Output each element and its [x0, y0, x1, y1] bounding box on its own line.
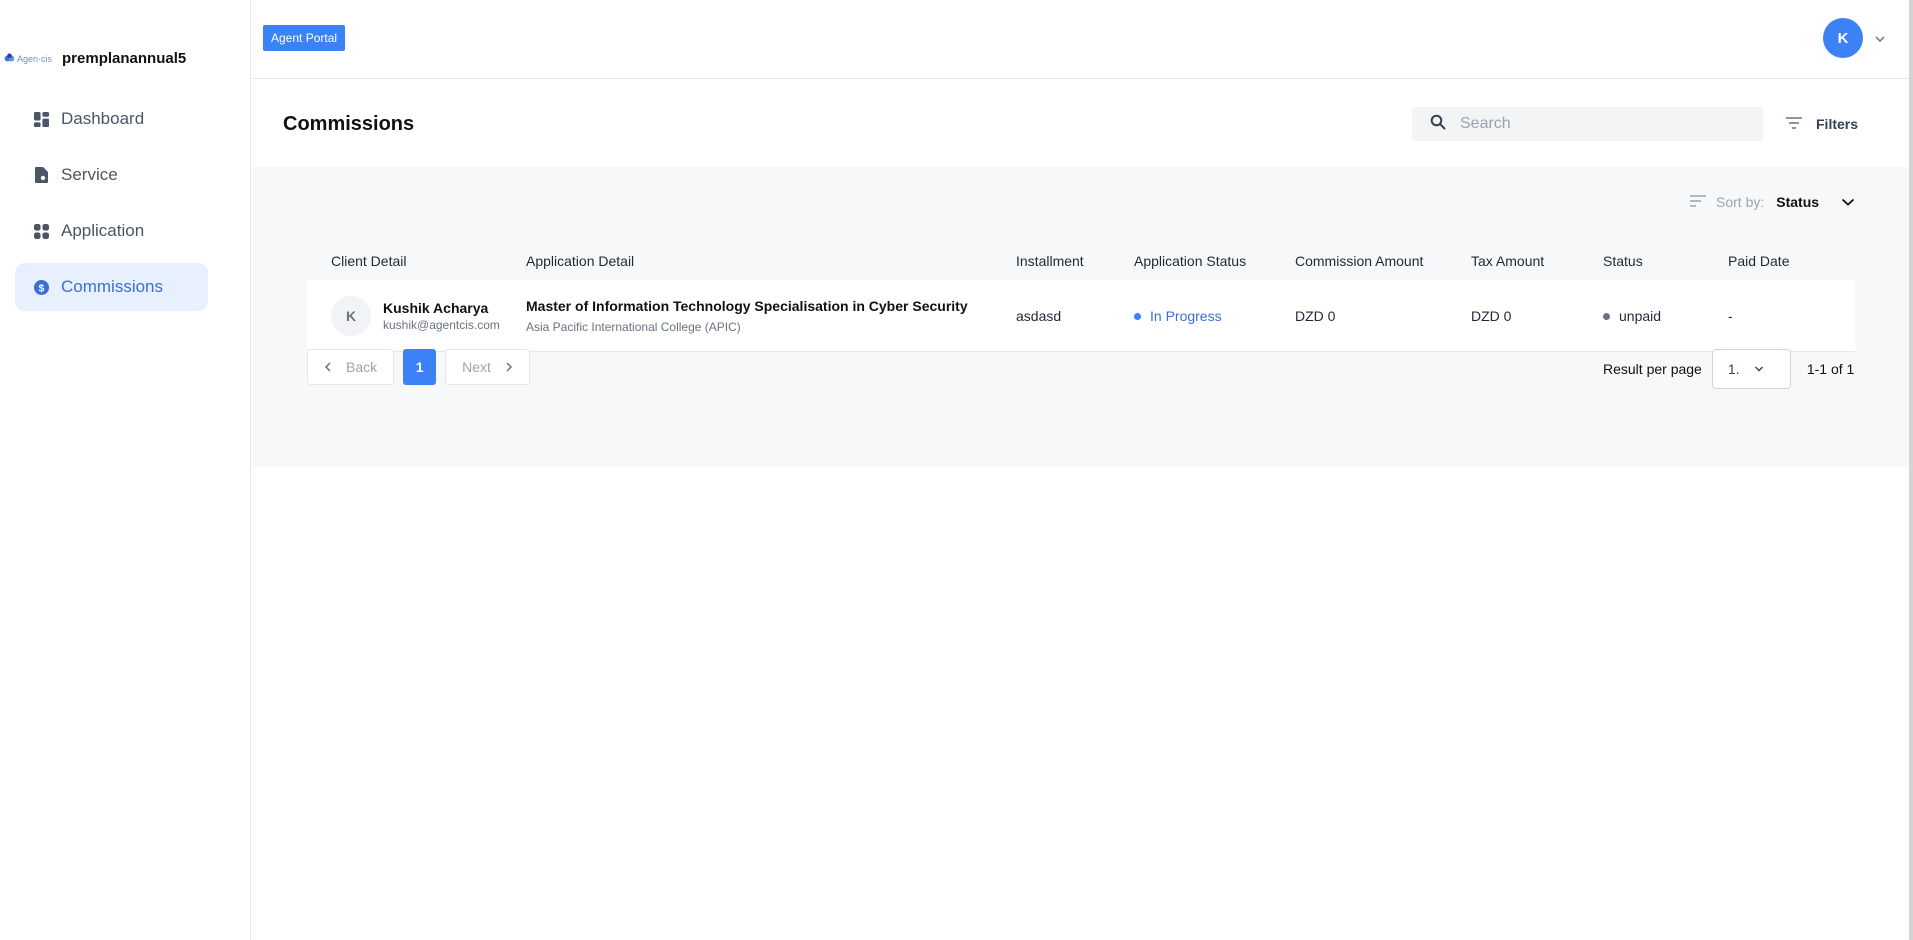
result-per-page-label: Result per page: [1603, 361, 1702, 377]
back-label: Back: [346, 359, 378, 375]
brand[interactable]: Agen·cis premplanannual5: [4, 50, 186, 67]
document-icon: [33, 167, 49, 183]
dashboard-icon: [33, 111, 49, 127]
brand-name: premplanannual5: [62, 50, 187, 67]
sidebar-item-dashboard[interactable]: Dashboard: [15, 95, 208, 143]
client-name[interactable]: Kushik Acharya: [383, 300, 500, 316]
top-header: Agent Portal K: [252, 0, 1913, 79]
application-name[interactable]: Master of Information Technology Special…: [526, 298, 1016, 314]
search-icon: [1430, 114, 1446, 135]
page-title: Commissions: [283, 113, 415, 135]
application-detail-cell: Master of Information Technology Special…: [526, 298, 1016, 334]
column-header[interactable]: Paid Date: [1728, 253, 1855, 269]
filters-label: Filters: [1816, 116, 1859, 132]
dollar-icon: $: [33, 279, 49, 295]
search-input[interactable]: [1460, 115, 1740, 133]
page-titlebar: Commissions Filters: [252, 80, 1913, 167]
commission-amount-cell: DZD 0: [1295, 307, 1336, 324]
avatar: K: [331, 295, 371, 336]
brand-logo: Agen·cis: [4, 53, 52, 64]
sidebar-item-label: Commissions: [61, 277, 164, 296]
sort-label: Sort by:: [1716, 194, 1765, 210]
column-header[interactable]: Tax Amount: [1471, 253, 1603, 269]
sidebar-item-application[interactable]: Application: [15, 207, 208, 255]
status-cell: unpaid: [1603, 308, 1728, 324]
commissions-content: Sort by: Status Client Detail Applicatio…: [252, 167, 1909, 467]
chevron-down-icon: [1754, 366, 1763, 372]
column-header[interactable]: Application Status: [1134, 253, 1295, 269]
application-college: Asia Pacific International College (APIC…: [526, 319, 741, 334]
filter-icon: [1786, 116, 1802, 132]
client-email: kushik@agentcis.com: [383, 317, 500, 332]
page-number-button[interactable]: 1: [403, 349, 437, 385]
per-page-value: 1.: [1727, 361, 1740, 377]
back-button[interactable]: Back: [307, 349, 395, 385]
next-label: Next: [462, 359, 491, 375]
brand-logo-text: Agen·cis: [17, 53, 53, 64]
per-page-select[interactable]: 1.: [1711, 349, 1791, 389]
column-header[interactable]: Client Detail: [307, 253, 526, 269]
search-box[interactable]: [1412, 107, 1763, 141]
next-button[interactable]: Next: [445, 349, 530, 385]
column-header[interactable]: Commission Amount: [1295, 253, 1471, 269]
sort-by-control[interactable]: Sort by: Status: [1690, 194, 1855, 210]
status-label: unpaid: [1619, 307, 1662, 324]
column-header[interactable]: Status: [1603, 253, 1728, 269]
paid-date-cell: -: [1728, 307, 1733, 324]
sidebar: Agen·cis premplanannual5 Dashboard Servi…: [0, 0, 251, 940]
sort-value: Status: [1776, 194, 1820, 210]
chevron-left-icon: [324, 362, 331, 372]
sidebar-nav: Dashboard Service Application $ Commissi…: [15, 95, 208, 319]
status-dot-icon: [1134, 313, 1141, 321]
commissions-table: Client Detail Application Detail Install…: [307, 242, 1855, 352]
tax-amount-cell: DZD 0: [1471, 307, 1512, 324]
sidebar-item-service[interactable]: Service: [15, 151, 208, 199]
user-avatar[interactable]: K: [1823, 18, 1863, 58]
filters-button[interactable]: Filters: [1786, 116, 1858, 132]
pagination: Back 1 Next: [307, 349, 530, 385]
sidebar-item-label: Dashboard: [61, 109, 145, 128]
sidebar-item-label: Service: [61, 165, 118, 184]
agent-portal-badge[interactable]: Agent Portal: [263, 25, 346, 51]
chevron-right-icon: [506, 362, 512, 372]
sidebar-item-label: Application: [61, 221, 145, 240]
chevron-down-icon[interactable]: [1874, 32, 1886, 44]
scrollbar[interactable]: [1909, 0, 1913, 940]
grid-icon: [33, 223, 49, 239]
range-text: 1-1 of 1: [1806, 361, 1855, 377]
column-header[interactable]: Application Detail: [526, 253, 1016, 269]
status-dot-icon: [1603, 313, 1610, 321]
svg-text:$: $: [38, 283, 44, 294]
application-status-cell: In Progress: [1134, 308, 1295, 324]
application-status-label: In Progress: [1150, 307, 1222, 324]
sidebar-item-commissions[interactable]: $ Commissions: [15, 263, 208, 311]
client-detail-cell: K Kushik Acharya kushik@agentcis.com: [307, 295, 526, 336]
logo-icon: [4, 53, 15, 62]
installment-cell: asdasd: [1016, 307, 1062, 324]
table-header: Client Detail Application Detail Install…: [307, 242, 1855, 280]
column-header[interactable]: Installment: [1016, 253, 1134, 269]
result-per-page: Result per page 1. 1-1 of 1: [1603, 349, 1854, 389]
chevron-down-icon[interactable]: [1841, 194, 1855, 210]
table-row[interactable]: K Kushik Acharya kushik@agentcis.com Mas…: [307, 280, 1855, 352]
sort-icon: [1690, 194, 1706, 210]
